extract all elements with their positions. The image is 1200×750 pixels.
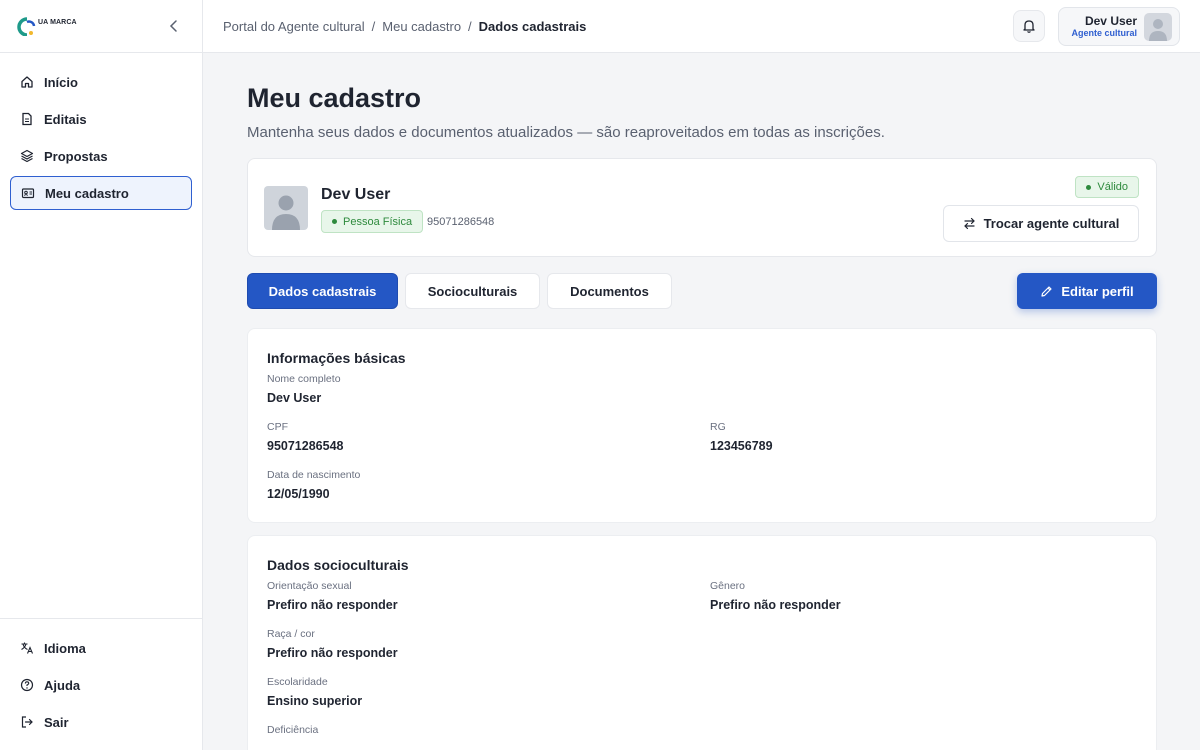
sidebar-nav: Início Editais Propostas Meu cadastro xyxy=(0,53,202,225)
field-value-orientacao: Prefiro não responder xyxy=(267,598,398,612)
field-label-genero: Gênero xyxy=(710,580,746,592)
collapse-sidebar-icon[interactable] xyxy=(166,18,182,34)
sidebar-item-label: Editais xyxy=(44,111,87,127)
field-value-cpf: 95071286548 xyxy=(267,439,344,453)
basic-info-section: Informações básicas Nome completo Dev Us… xyxy=(247,328,1157,523)
switch-agent-button[interactable]: Trocar agente cultural xyxy=(943,205,1139,242)
field-label-nascimento: Data de nascimento xyxy=(267,469,361,481)
sociocultural-section: Dados socioculturais Orientação sexual P… xyxy=(247,535,1157,750)
sidebar-item-label: Ajuda xyxy=(44,677,81,693)
sidebar: UA MARCA Início Editais Propostas Meu ca… xyxy=(0,0,203,750)
field-label-nome: Nome completo xyxy=(267,373,341,385)
main-content: Meu cadastro Mantenha seus dados e docum… xyxy=(203,53,1200,750)
field-label-deficiencia: Deficiência xyxy=(267,724,319,736)
field-value-genero: Prefiro não responder xyxy=(710,598,841,612)
sidebar-item-idioma[interactable]: Idioma xyxy=(10,631,192,665)
sidebar-item-editais[interactable]: Editais xyxy=(10,102,192,136)
sidebar-item-meu-cadastro[interactable]: Meu cadastro xyxy=(10,176,192,210)
person-type-badge: Pessoa Física xyxy=(321,210,424,233)
profile-card: Dev User Pessoa Física 95071286548 Válid… xyxy=(247,158,1157,257)
tab-dados-cadastrais[interactable]: Dados cadastrais xyxy=(247,273,398,309)
field-label-escolaridade: Escolaridade xyxy=(267,676,328,688)
profile-cpf: 95071286548 xyxy=(427,216,495,228)
user-role: Agente cultural xyxy=(1071,28,1137,38)
edit-profile-label: Editar perfil xyxy=(1061,283,1134,299)
user-menu-button[interactable]: Dev User Agente cultural xyxy=(1058,7,1180,46)
person-type-label: Pessoa Física xyxy=(343,215,413,228)
field-value-nascimento: 12/05/1990 xyxy=(267,487,330,501)
tab-documentos[interactable]: Documentos xyxy=(547,273,672,309)
user-name: Dev User xyxy=(1084,14,1137,28)
switch-agent-label: Trocar agente cultural xyxy=(983,216,1120,231)
sidebar-item-label: Sair xyxy=(44,714,69,730)
field-value-escolaridade: Ensino superior xyxy=(267,694,363,708)
user-info: Dev User Agente cultural xyxy=(1059,14,1137,39)
field-label-raca: Raça / cor xyxy=(267,628,315,640)
sidebar-item-propostas[interactable]: Propostas xyxy=(10,139,192,173)
status-label: Válido xyxy=(1097,181,1128,193)
status-badge: Válido xyxy=(1075,176,1139,198)
pencil-icon xyxy=(1041,285,1052,297)
section-title: Informações básicas xyxy=(267,350,406,366)
breadcrumb-current: Dados cadastrais xyxy=(478,18,587,34)
layers-icon xyxy=(20,149,34,163)
edit-profile-button[interactable]: Editar perfil xyxy=(1017,273,1157,309)
document-icon xyxy=(20,112,34,126)
page-subtitle: Mantenha seus dados e documentos atualiz… xyxy=(247,124,885,141)
topbar: Portal do Agente cultural / Meu cadastro… xyxy=(203,0,1200,53)
sidebar-item-sair[interactable]: Sair xyxy=(10,705,192,739)
field-label-rg: RG xyxy=(710,421,726,433)
page-title: Meu cadastro xyxy=(247,83,422,113)
translate-icon xyxy=(20,641,34,655)
logo[interactable]: UA MARCA xyxy=(14,16,77,36)
field-value-rg: 123456789 xyxy=(710,439,773,453)
logo-icon xyxy=(17,17,36,36)
home-icon xyxy=(20,75,34,89)
notifications-button[interactable] xyxy=(1013,10,1045,42)
breadcrumb-separator: / xyxy=(468,18,472,34)
section-title: Dados socioculturais xyxy=(267,557,409,573)
status-dot-icon xyxy=(1086,184,1092,190)
field-label-cpf: CPF xyxy=(267,421,288,433)
id-card-icon xyxy=(21,186,35,200)
breadcrumb-portal[interactable]: Portal do Agente cultural xyxy=(223,19,365,34)
tab-socioculturais[interactable]: Socioculturais xyxy=(405,273,540,309)
field-label-orientacao: Orientação sexual xyxy=(267,580,352,592)
sidebar-item-ajuda[interactable]: Ajuda xyxy=(10,668,192,702)
sidebar-footer: Idioma Ajuda Sair xyxy=(0,618,202,750)
logo-text: UA MARCA xyxy=(38,18,77,26)
sidebar-item-label: Início xyxy=(44,74,78,90)
profile-name: Dev User xyxy=(321,186,391,203)
sidebar-header: UA MARCA xyxy=(0,0,202,53)
swap-icon xyxy=(963,217,975,230)
status-dot-icon xyxy=(332,219,337,224)
field-value-raca: Prefiro não responder xyxy=(267,646,398,660)
bell-icon xyxy=(1023,20,1035,33)
avatar xyxy=(1144,12,1172,41)
breadcrumb-meu-cadastro[interactable]: Meu cadastro xyxy=(382,19,461,34)
help-icon xyxy=(20,678,34,692)
logout-icon xyxy=(20,715,34,729)
breadcrumb-separator: / xyxy=(371,18,376,34)
sidebar-item-label: Idioma xyxy=(44,640,86,656)
sidebar-item-label: Meu cadastro xyxy=(45,185,129,201)
sidebar-item-label: Propostas xyxy=(44,148,108,164)
sidebar-item-inicio[interactable]: Início xyxy=(10,65,192,99)
field-value-nome: Dev User xyxy=(267,391,322,405)
profile-avatar xyxy=(264,186,308,230)
